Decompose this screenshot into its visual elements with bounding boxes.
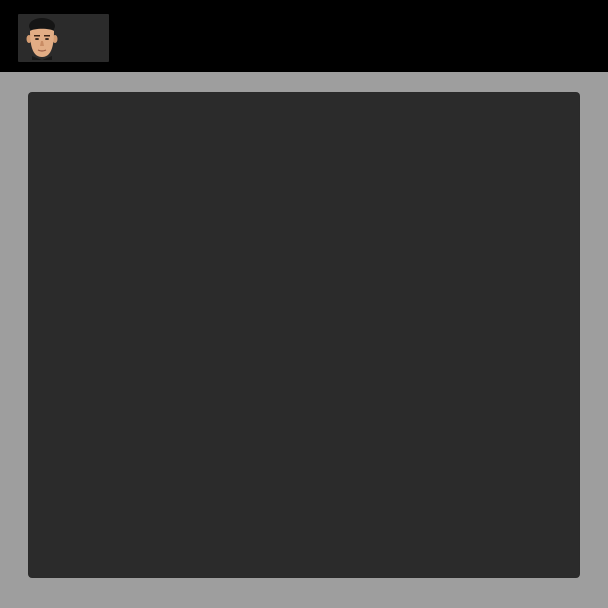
user-avatar-icon — [26, 18, 58, 60]
content-panel — [29, 93, 579, 577]
top-bar — [0, 0, 608, 72]
main-area — [0, 72, 608, 608]
user-avatar-button[interactable] — [18, 14, 109, 62]
